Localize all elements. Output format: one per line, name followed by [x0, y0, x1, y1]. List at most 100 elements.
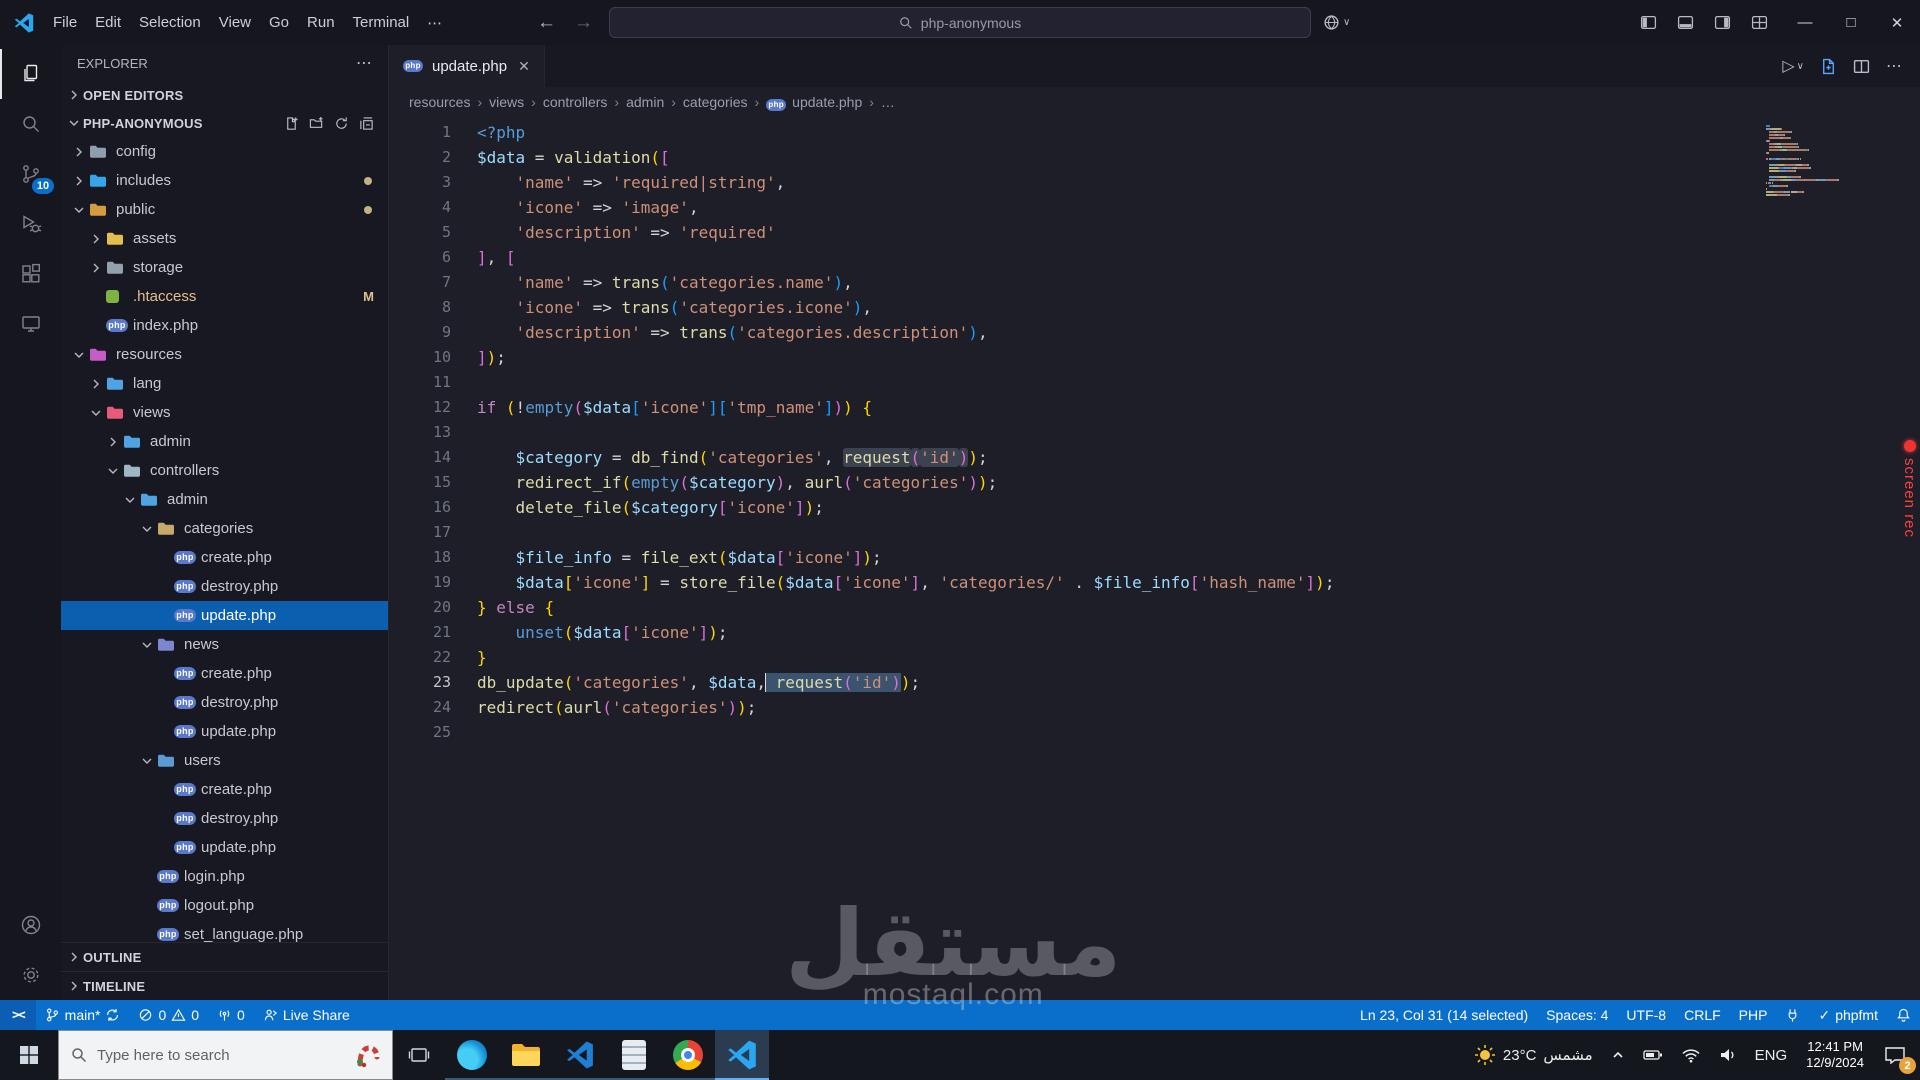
breadcrumb-update-php[interactable]: php update.php: [766, 94, 862, 111]
tree-item-admin[interactable]: admin: [61, 485, 388, 514]
breadcrumb-controllers[interactable]: controllers: [543, 94, 608, 110]
breadcrumb-resources[interactable]: resources: [409, 94, 470, 110]
maximize-button[interactable]: □: [1828, 0, 1874, 45]
command-center-search[interactable]: php-anonymous: [609, 7, 1311, 38]
account-icon[interactable]: [0, 900, 61, 950]
tree-item-logout-php[interactable]: php logout.php: [61, 891, 388, 920]
tree-item-lang[interactable]: lang: [61, 369, 388, 398]
vscode-active-app-icon[interactable]: [715, 1030, 769, 1080]
tree-item-destroy-php[interactable]: php destroy.php: [61, 572, 388, 601]
extension-status[interactable]: [1776, 1000, 1809, 1030]
more-actions-icon[interactable]: ⋯: [1886, 56, 1902, 76]
edge-icon[interactable]: [445, 1030, 499, 1080]
tray-expand-chevron[interactable]: [1602, 1030, 1634, 1080]
encoding-status[interactable]: UTF-8: [1617, 1000, 1675, 1030]
tree-item-destroy-php[interactable]: php destroy.php: [61, 804, 388, 833]
remote-indicator[interactable]: ><: [0, 1000, 36, 1030]
vscode-app-icon[interactable]: [553, 1030, 607, 1080]
minimap[interactable]: [1766, 125, 1886, 200]
taskbar-search[interactable]: Type here to search: [58, 1030, 393, 1080]
tree-item-index-php[interactable]: php index.php: [61, 311, 388, 340]
breadcrumb-item[interactable]: …: [881, 94, 895, 110]
menu-edit[interactable]: Edit: [86, 14, 130, 31]
refresh-icon[interactable]: [334, 116, 349, 131]
run-debug-icon[interactable]: [0, 199, 61, 249]
breadcrumb-views[interactable]: views: [489, 94, 524, 110]
keyboard-language[interactable]: ENG: [1746, 1030, 1797, 1080]
tree-item-categories[interactable]: categories: [61, 514, 388, 543]
explorer-icon[interactable]: [0, 49, 61, 99]
notepad-icon[interactable]: [607, 1030, 661, 1080]
code-editor[interactable]: 1 <?php 2 $data = validation([3 'name' => '…: [389, 117, 1920, 1000]
toggle-panel-icon[interactable]: [1677, 14, 1694, 31]
remote-window-icon[interactable]: ∨: [1323, 14, 1350, 31]
chrome-icon[interactable]: [661, 1030, 715, 1080]
volume-icon[interactable]: [1710, 1030, 1746, 1080]
cursor-position[interactable]: Ln 23, Col 31 (14 selected): [1351, 1000, 1537, 1030]
eol-status[interactable]: CRLF: [1675, 1000, 1730, 1030]
file-explorer-icon[interactable]: [499, 1030, 553, 1080]
menu-selection[interactable]: Selection: [130, 14, 210, 31]
new-folder-icon[interactable]: [309, 116, 324, 131]
close-tab-icon[interactable]: ✕: [518, 58, 530, 75]
customize-layout-icon[interactable]: [1751, 14, 1768, 31]
new-file-icon[interactable]: [284, 116, 299, 131]
timeline-section[interactable]: TIMELINE: [61, 971, 388, 1000]
toggle-secondary-sidebar-icon[interactable]: [1714, 14, 1731, 31]
minimize-button[interactable]: —: [1782, 0, 1828, 45]
tab-update-php[interactable]: php update.php ✕: [389, 45, 545, 87]
tree-item-htaccess[interactable]: .htaccess M: [61, 282, 388, 311]
tree-item-create-php[interactable]: php create.php: [61, 659, 388, 688]
tree-item-destroy-php[interactable]: php destroy.php: [61, 688, 388, 717]
open-changes-icon[interactable]: [1820, 58, 1837, 75]
menu-file[interactable]: File: [44, 14, 86, 31]
problems-status[interactable]: 0 0: [129, 1000, 208, 1030]
menu-overflow[interactable]: ⋯: [418, 14, 451, 32]
language-mode[interactable]: PHP: [1730, 1000, 1777, 1030]
tree-item-news[interactable]: news: [61, 630, 388, 659]
tree-item-public[interactable]: public: [61, 195, 388, 224]
project-section[interactable]: PHP-ANONYMOUS: [61, 109, 388, 137]
weather-widget[interactable]: 23°C مشمس: [1465, 1030, 1602, 1080]
tree-item-storage[interactable]: storage: [61, 253, 388, 282]
extensions-icon[interactable]: [0, 249, 61, 299]
tree-item-update-php[interactable]: php update.php: [61, 601, 388, 630]
outline-section[interactable]: OUTLINE: [61, 942, 388, 971]
tree-item-resources[interactable]: resources: [61, 340, 388, 369]
tree-item-includes[interactable]: includes: [61, 166, 388, 195]
task-view-button[interactable]: [393, 1030, 445, 1080]
tree-item-users[interactable]: users: [61, 746, 388, 775]
breadcrumb-admin[interactable]: admin: [626, 94, 664, 110]
forward-button[interactable]: →: [574, 12, 593, 34]
menu-run[interactable]: Run: [298, 14, 344, 31]
indentation-status[interactable]: Spaces: 4: [1537, 1000, 1617, 1030]
ports-status[interactable]: 0: [208, 1000, 254, 1030]
close-button[interactable]: ✕: [1874, 0, 1920, 45]
menu-view[interactable]: View: [210, 14, 260, 31]
tree-item-views[interactable]: views: [61, 398, 388, 427]
tree-item-create-php[interactable]: php create.php: [61, 775, 388, 804]
breadcrumb-categories[interactable]: categories: [683, 94, 748, 110]
battery-icon[interactable]: [1634, 1030, 1672, 1080]
menu-terminal[interactable]: Terminal: [344, 14, 419, 31]
formatter-status[interactable]: ✓ phpfmt: [1809, 1000, 1887, 1030]
run-button[interactable]: ▷ ∨: [1782, 56, 1804, 76]
start-button[interactable]: [0, 1030, 58, 1080]
tree-item-set-language-php[interactable]: php set_language.php: [61, 920, 388, 942]
split-editor-icon[interactable]: [1853, 58, 1870, 75]
explorer-more-actions[interactable]: ⋯: [356, 53, 372, 73]
menu-go[interactable]: Go: [260, 14, 298, 31]
git-branch-status[interactable]: main*: [36, 1000, 130, 1030]
taskbar-clock[interactable]: 12:41 PM 12/9/2024: [1796, 1039, 1874, 1071]
live-share-status[interactable]: Live Share: [254, 1000, 359, 1030]
tree-item-assets[interactable]: assets: [61, 224, 388, 253]
search-icon[interactable]: [0, 99, 61, 149]
action-center[interactable]: 2: [1874, 1030, 1920, 1080]
tree-item-update-php[interactable]: php update.php: [61, 717, 388, 746]
tree-item-create-php[interactable]: php create.php: [61, 543, 388, 572]
collapse-all-icon[interactable]: [359, 116, 374, 131]
source-control-icon[interactable]: 10: [0, 149, 61, 199]
tree-item-admin[interactable]: admin: [61, 427, 388, 456]
tree-item-login-php[interactable]: php login.php: [61, 862, 388, 891]
toggle-sidebar-icon[interactable]: [1640, 14, 1657, 31]
